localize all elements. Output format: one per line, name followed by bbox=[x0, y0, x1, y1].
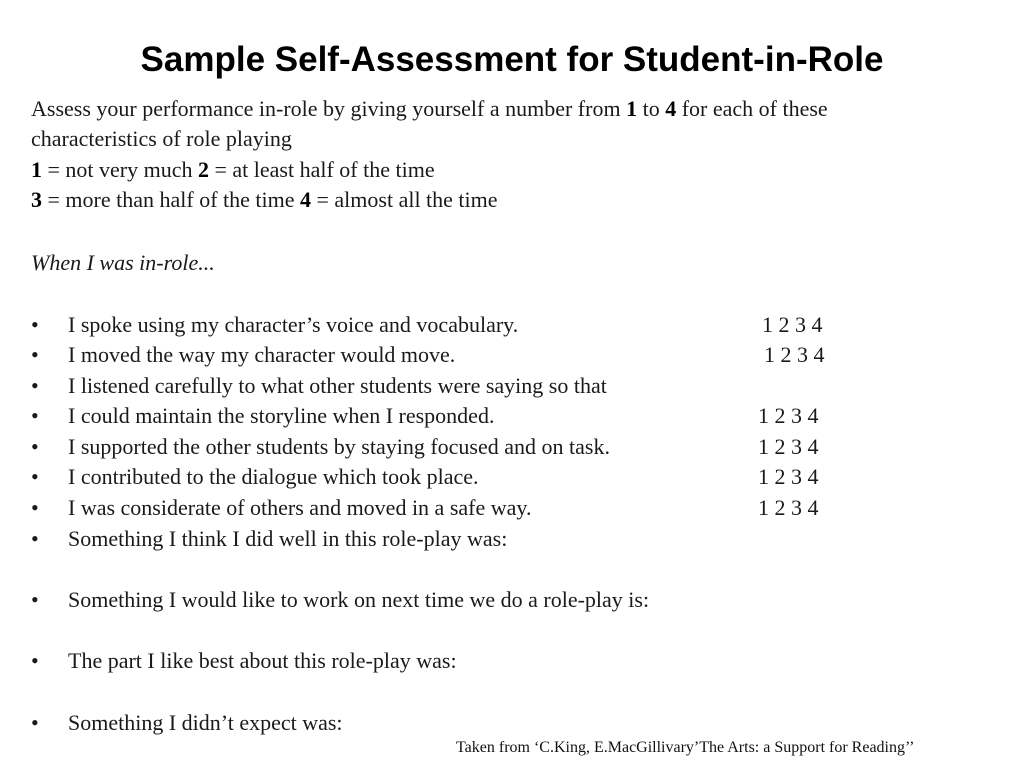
list-item: • Something I think I did well in this r… bbox=[31, 526, 931, 556]
bullet-icon: • bbox=[31, 403, 39, 428]
bullet-icon: • bbox=[31, 526, 39, 551]
scale-number: 3 bbox=[31, 187, 42, 212]
scale-meaning: = almost all the time bbox=[311, 187, 498, 212]
bullet-icon: • bbox=[31, 710, 39, 735]
list-item: • I supported the other students by stay… bbox=[31, 434, 931, 464]
page-title: Sample Self-Assessment for Student-in-Ro… bbox=[140, 40, 884, 79]
item-text: I was considerate of others and moved in… bbox=[68, 495, 532, 520]
item-text: I listened carefully to what other stude… bbox=[68, 373, 607, 398]
instructions-line-1: Assess your performance in-role by givin… bbox=[31, 96, 828, 122]
instructions-text: for each of these bbox=[676, 96, 828, 121]
list-item: • Something I didn’t expect was: bbox=[31, 710, 931, 740]
bullet-icon: • bbox=[31, 648, 39, 673]
list-item: • I was considerate of others and moved … bbox=[31, 495, 931, 525]
instructions-line-2: characteristics of role playing bbox=[31, 126, 292, 151]
prompt-heading: When I was in-role... bbox=[31, 250, 215, 275]
instructions-text: Assess your performance in-role by givin… bbox=[31, 96, 627, 121]
rating-scale: 1 2 3 4 bbox=[758, 403, 819, 428]
bullet-icon: • bbox=[31, 495, 39, 520]
bullet-icon: • bbox=[31, 464, 39, 489]
scale-number: 1 bbox=[31, 157, 42, 182]
scale-number: 4 bbox=[300, 187, 311, 212]
scale-number: 2 bbox=[198, 157, 209, 182]
scale-meaning: = not very much bbox=[42, 157, 198, 182]
max-score: 4 bbox=[665, 96, 677, 121]
list-item: • I spoke using my character’s voice and… bbox=[31, 312, 931, 342]
list-item: • I moved the way my character would mov… bbox=[31, 342, 931, 372]
rating-scale: 1 2 3 4 bbox=[758, 464, 819, 489]
item-text: I could maintain the storyline when I re… bbox=[68, 403, 495, 428]
bullet-icon: • bbox=[31, 312, 39, 337]
rating-scale: 1 2 3 4 bbox=[758, 495, 819, 520]
bullet-icon: • bbox=[31, 434, 39, 459]
list-item: • Something I would like to work on next… bbox=[31, 587, 931, 617]
scale-legend-2: 3 = more than half of the time 4 = almos… bbox=[31, 187, 498, 213]
scale-meaning: = at least half of the time bbox=[209, 157, 435, 182]
list-item: • I could maintain the storyline when I … bbox=[31, 403, 931, 433]
item-text: I spoke using my character’s voice and v… bbox=[68, 312, 519, 337]
item-text: I supported the other students by stayin… bbox=[68, 434, 610, 459]
item-text: Something I would like to work on next t… bbox=[68, 587, 650, 612]
rating-scale: 1 2 3 4 bbox=[762, 312, 823, 337]
source-citation: Taken from ‘C.King, E.MacGillivary’The A… bbox=[456, 739, 915, 756]
min-score: 1 bbox=[626, 96, 638, 121]
scale-legend-1: 1 = not very much 2 = at least half of t… bbox=[31, 157, 435, 183]
item-text: Something I think I did well in this rol… bbox=[68, 526, 508, 551]
list-item: • The part I like best about this role-p… bbox=[31, 648, 931, 678]
bullet-icon: • bbox=[31, 373, 39, 398]
list-item: • I contributed to the dialogue which to… bbox=[31, 464, 931, 494]
item-text: I moved the way my character would move. bbox=[68, 342, 456, 367]
scale-meaning: = more than half of the time bbox=[42, 187, 300, 212]
rating-scale: 1 2 3 4 bbox=[764, 342, 825, 367]
list-item: • I listened carefully to what other stu… bbox=[31, 373, 931, 403]
instructions-text: to bbox=[637, 96, 666, 121]
bullet-icon: • bbox=[31, 587, 39, 612]
item-text: The part I like best about this role-pla… bbox=[68, 648, 457, 673]
bullet-icon: • bbox=[31, 342, 39, 367]
item-text: Something I didn’t expect was: bbox=[68, 710, 343, 735]
rating-scale: 1 2 3 4 bbox=[758, 434, 819, 459]
item-text: I contributed to the dialogue which took… bbox=[68, 464, 479, 489]
